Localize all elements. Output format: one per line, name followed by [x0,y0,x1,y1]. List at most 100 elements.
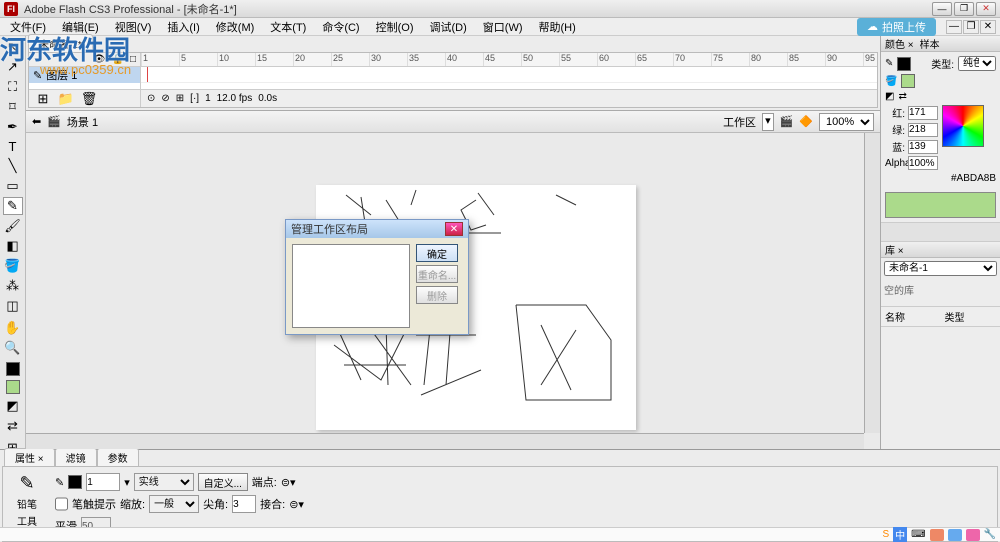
edit-symbol-icon[interactable]: 🔶 [799,115,813,128]
library-tab[interactable]: 库 × [885,242,904,257]
menu-help[interactable]: 帮助(H) [533,19,582,35]
pencil-tool-icon[interactable]: ✎ [3,197,23,215]
visibility-icon[interactable]: 👁 [93,54,106,65]
stroke-width-input[interactable] [86,473,120,491]
prop-stroke-swatch[interactable] [68,475,82,489]
stroke-style-dropdown[interactable]: 实线 [134,473,194,491]
miter-input[interactable] [232,495,256,513]
tray-keyboard-icon[interactable]: ⌨ [911,529,925,540]
ink-bottle-tool-icon[interactable]: ◧ [3,237,23,255]
stroke-swatch[interactable] [897,57,911,71]
swatches-tab[interactable]: 样本 [920,36,940,51]
zoom-tool-icon[interactable]: 🔍 [3,339,23,357]
workspace-listbox[interactable] [292,244,410,328]
brush-tool-icon[interactable]: 🖌 [3,217,23,235]
paint-bucket-tool-icon[interactable]: 🪣 [3,257,23,275]
menu-debug[interactable]: 调试(D) [424,19,473,35]
custom-button[interactable]: 自定义... [198,473,248,491]
col-name[interactable]: 名称 [881,307,941,326]
layer-row[interactable]: ✎图层 1 [29,67,140,83]
playhead[interactable] [147,67,148,82]
menu-insert[interactable]: 插入(I) [161,19,205,35]
library-panel-header[interactable]: 库 × [881,242,1000,258]
menu-window[interactable]: 窗口(W) [477,19,529,35]
dialog-close-button[interactable]: ✕ [445,222,463,236]
menu-control[interactable]: 控制(O) [370,19,420,35]
eraser-tool-icon[interactable]: ◫ [3,297,23,315]
tray-wrench-icon[interactable]: 🔧 [984,529,996,540]
hex-value[interactable]: #ABDA8B [951,173,996,184]
rectangle-tool-icon[interactable]: ▭ [3,177,23,195]
join-dropdown[interactable]: ⊜▾ [289,498,304,511]
tray-icon-1[interactable] [930,529,944,541]
horizontal-scrollbar[interactable] [26,433,864,449]
pen-tool-icon[interactable]: ✒ [3,118,23,136]
tab-filters[interactable]: 滤镜 [55,448,97,466]
tray-icon-3[interactable] [966,529,980,541]
onion-skin-icon[interactable]: ⊙ [147,93,155,104]
fill-swatch[interactable] [901,74,915,88]
doc-minimize-button[interactable]: — [946,20,962,34]
b-input[interactable] [908,140,938,154]
scale-dropdown[interactable]: 一般 [149,495,199,513]
lock-icon[interactable]: 🔒 [112,54,124,65]
back-icon[interactable]: ⬅ [32,115,41,128]
cap-dropdown[interactable]: ⊜▾ [281,476,296,489]
color-type-dropdown[interactable]: 纯色 [958,56,996,71]
ok-button[interactable]: 确定 [416,244,458,262]
maximize-button[interactable]: ❐ [954,2,974,16]
document-tab[interactable]: 未命名-1* [28,34,93,52]
color-bw-icon[interactable]: ◩ [3,397,23,415]
r-input[interactable] [908,106,938,120]
tray-sogou-icon[interactable]: S [882,529,889,540]
lasso-tool-icon[interactable]: ⌑ [3,98,23,116]
frame-ruler[interactable]: 1510152025303540455055606570758085909510… [141,53,877,67]
upload-button[interactable]: ☁拍照上传 [857,18,936,36]
workspace-dropdown[interactable]: ▾ [762,113,774,131]
menu-text[interactable]: 文本(T) [264,19,312,35]
dialog-titlebar[interactable]: 管理工作区布局 ✕ [286,220,468,238]
onion-outline-icon[interactable]: ⊘ [161,93,169,104]
text-tool-icon[interactable]: T [3,138,23,155]
tab-params[interactable]: 参数 [97,448,139,466]
eyedropper-tool-icon[interactable]: ⁂ [3,277,23,295]
tab-properties[interactable]: 属性 × [4,448,55,466]
frames-row[interactable] [141,67,877,83]
outline-icon[interactable]: □ [130,54,136,65]
bw-icon[interactable]: ◩ [885,91,894,102]
delete-layer-icon[interactable]: 🗑 [79,89,99,109]
fill-color-icon[interactable] [3,379,23,395]
a-input[interactable] [908,156,938,170]
new-folder-icon[interactable]: 📁 [56,89,76,109]
color-picker[interactable] [942,105,984,147]
library-doc-dropdown[interactable]: 未命名-1 [884,261,997,276]
menu-file[interactable]: 文件(F) [4,19,52,35]
color-tab[interactable]: 颜色 × [885,36,914,51]
color-panel-header[interactable]: 颜色 × 样本 [881,36,1000,52]
hand-tool-icon[interactable]: ✋ [3,319,23,337]
close-button[interactable]: ✕ [976,2,996,16]
g-input[interactable] [908,123,938,137]
stroke-hint-checkbox[interactable] [55,495,68,513]
subselection-tool-icon[interactable]: ↗ [3,58,23,76]
tray-ime-icon[interactable]: 中 [893,527,907,542]
col-type[interactable]: 类型 [941,307,1000,326]
free-transform-tool-icon[interactable]: ⛶ [3,78,23,96]
doc-close-button[interactable]: ✕ [980,20,996,34]
edit-scene-icon[interactable]: 🎬 [780,115,794,128]
vertical-scrollbar[interactable] [864,133,880,433]
color-swap-icon[interactable]: ⇄ [3,417,23,435]
tray-icon-2[interactable] [948,529,962,541]
new-layer-icon[interactable]: ⊞ [33,89,53,109]
menu-edit[interactable]: 编辑(E) [56,19,105,35]
stroke-color-icon[interactable] [3,361,23,377]
onion-markers-icon[interactable]: [·] [190,93,199,104]
menu-commands[interactable]: 命令(C) [316,19,365,35]
menu-view[interactable]: 视图(V) [109,19,158,35]
stroke-slider[interactable]: ▾ [124,476,130,489]
minimize-button[interactable]: — [932,2,952,16]
menu-modify[interactable]: 修改(M) [210,19,261,35]
swap-icon[interactable]: ⇄ [898,91,906,102]
zoom-dropdown[interactable]: 100% [819,113,874,131]
line-tool-icon[interactable]: ╲ [3,157,23,175]
